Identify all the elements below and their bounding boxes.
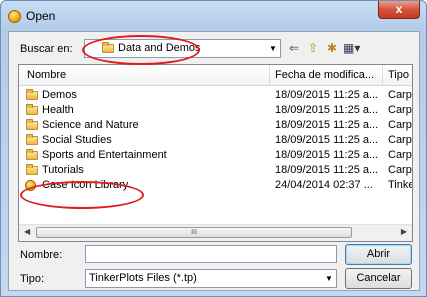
item-date: 24/04/2014 02:37 ... bbox=[275, 179, 373, 191]
folder-icon bbox=[26, 89, 38, 100]
item-date: 18/09/2015 11:25 a... bbox=[275, 134, 379, 146]
folder-icon bbox=[26, 134, 38, 145]
look-in-value: Data and Demos bbox=[118, 42, 201, 54]
list-item[interactable]: Science and Nature 18/09/2015 11:25 a...… bbox=[19, 118, 412, 133]
column-header-name[interactable]: Nombre bbox=[27, 69, 66, 81]
list-item[interactable]: Health 18/09/2015 11:25 a... Carpeta bbox=[19, 103, 412, 118]
horizontal-scrollbar[interactable]: ◀ III ▶ bbox=[19, 224, 412, 241]
scroll-right-icon[interactable]: ▶ bbox=[401, 227, 407, 236]
tinkerplots-app-icon bbox=[8, 10, 21, 23]
item-name: Tutorials bbox=[42, 164, 84, 176]
cancel-button[interactable]: Cancelar bbox=[345, 268, 412, 289]
list-item[interactable]: Case Icon Library 24/04/2014 02:37 ... T… bbox=[19, 178, 412, 193]
open-button[interactable]: Abrir bbox=[345, 244, 412, 265]
item-type: Carpeta bbox=[388, 89, 412, 101]
item-name: Social Studies bbox=[42, 134, 112, 146]
item-name: Sports and Entertainment bbox=[42, 149, 167, 161]
folder-icon bbox=[102, 42, 114, 53]
list-item[interactable]: Tutorials 18/09/2015 11:25 a... Carpeta bbox=[19, 163, 412, 178]
column-divider[interactable] bbox=[269, 65, 270, 85]
item-type: Carpeta bbox=[388, 119, 412, 131]
item-name: Science and Nature bbox=[42, 119, 139, 131]
filename-label: Nombre: bbox=[20, 249, 63, 261]
look-in-label: Buscar en: bbox=[20, 43, 73, 55]
folder-icon bbox=[26, 164, 38, 175]
item-type: Carpeta bbox=[388, 164, 412, 176]
chevron-down-icon[interactable]: ▼ bbox=[322, 270, 336, 287]
item-type: TinkerPl bbox=[388, 179, 412, 191]
item-type: Carpeta bbox=[388, 104, 412, 116]
file-type-label: Tipo: bbox=[20, 273, 45, 285]
item-type: Carpeta bbox=[388, 149, 412, 161]
chevron-down-icon[interactable]: ▼ bbox=[266, 40, 280, 57]
item-date: 18/09/2015 11:25 a... bbox=[275, 104, 379, 116]
back-icon[interactable]: ⇐ bbox=[289, 42, 299, 54]
open-dialog-window: Open x Buscar en: Data and Demos ▼ ⇐ ⇧ ✱… bbox=[0, 0, 427, 297]
list-header: Nombre Fecha de modifica... Tipo bbox=[19, 65, 412, 86]
item-date: 18/09/2015 11:25 a... bbox=[275, 164, 379, 176]
item-date: 18/09/2015 11:25 a... bbox=[275, 149, 379, 161]
views-menu-icon[interactable]: ▦▾ bbox=[343, 42, 360, 54]
item-name: Demos bbox=[42, 89, 77, 101]
column-divider[interactable] bbox=[382, 65, 383, 85]
new-folder-icon[interactable]: ✱ bbox=[327, 42, 337, 54]
look-in-dropdown[interactable]: Data and Demos ▼ bbox=[84, 39, 281, 58]
item-name: Health bbox=[42, 104, 74, 116]
list-item[interactable]: Social Studies 18/09/2015 11:25 a... Car… bbox=[19, 133, 412, 148]
item-date: 18/09/2015 11:25 a... bbox=[275, 119, 379, 131]
folder-icon bbox=[26, 119, 38, 130]
filename-input[interactable] bbox=[85, 245, 337, 263]
folder-icon bbox=[26, 104, 38, 115]
list-item[interactable]: Sports and Entertainment 18/09/2015 11:2… bbox=[19, 148, 412, 163]
title-bar[interactable]: Open x bbox=[1, 1, 426, 31]
scrollbar-thumb[interactable]: III bbox=[36, 227, 352, 238]
column-header-date[interactable]: Fecha de modifica... bbox=[275, 69, 374, 81]
scroll-left-icon[interactable]: ◀ bbox=[24, 227, 30, 236]
item-type: Carpeta bbox=[388, 134, 412, 146]
list-item[interactable]: Demos 18/09/2015 11:25 a... Carpeta bbox=[19, 88, 412, 103]
up-folder-icon[interactable]: ⇧ bbox=[308, 42, 318, 54]
item-name: Case Icon Library bbox=[42, 179, 129, 191]
tinkerplots-file-icon bbox=[25, 180, 36, 191]
folder-icon bbox=[26, 149, 38, 160]
file-type-dropdown[interactable]: TinkerPlots Files (*.tp) ▼ bbox=[85, 269, 337, 288]
item-date: 18/09/2015 11:25 a... bbox=[275, 89, 379, 101]
dialog-body: Buscar en: Data and Demos ▼ ⇐ ⇧ ✱ ▦▾ Nom… bbox=[8, 31, 420, 291]
column-header-type[interactable]: Tipo bbox=[388, 69, 409, 81]
file-type-value: TinkerPlots Files (*.tp) bbox=[89, 272, 197, 284]
file-list[interactable]: Nombre Fecha de modifica... Tipo Demos 1… bbox=[18, 64, 413, 242]
close-button[interactable]: x bbox=[378, 1, 420, 19]
window-title: Open bbox=[26, 9, 56, 23]
